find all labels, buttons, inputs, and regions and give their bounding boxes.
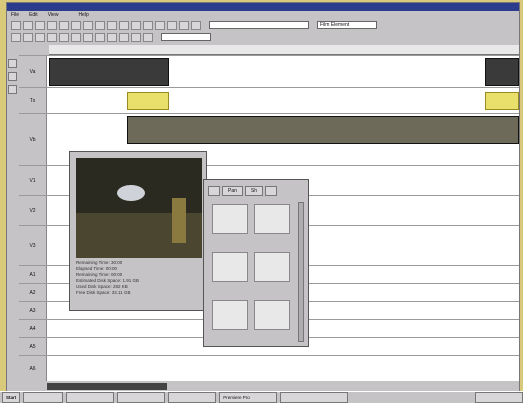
track-label: A5 [19, 338, 47, 355]
toolbar-button[interactable] [47, 20, 57, 30]
toolbar-button[interactable] [119, 32, 129, 42]
track-a6[interactable]: A6 [19, 355, 519, 381]
transition-item[interactable] [254, 252, 290, 282]
track-label: Va [19, 56, 47, 87]
render-info: Remaining Time: 30:00 Elapsed Time: 00:0… [76, 260, 166, 296]
toolbar-button[interactable] [131, 32, 141, 42]
track-label: V2 [19, 196, 47, 225]
toolbar-button[interactable] [11, 20, 21, 30]
toolbar-button[interactable] [47, 32, 57, 42]
toolbar-button[interactable] [107, 32, 117, 42]
hand-tool-icon[interactable] [8, 85, 17, 94]
transition-item[interactable] [212, 204, 248, 234]
toolbar-button[interactable] [95, 32, 105, 42]
tool-palette [7, 55, 19, 145]
toolbar-button[interactable] [95, 20, 105, 30]
toolbar-button[interactable] [59, 20, 69, 30]
transition-item[interactable] [212, 252, 248, 282]
taskbar: Start Premiere Pro [0, 391, 523, 403]
toolbar-button[interactable] [71, 32, 81, 42]
track-va[interactable]: Va [19, 55, 519, 87]
toolbar-button[interactable] [35, 20, 45, 30]
track-label: A6 [19, 356, 47, 381]
main-toolbar: Film Element [7, 19, 519, 31]
start-button[interactable]: Start [2, 392, 21, 403]
status-bar [47, 383, 167, 390]
toolbar-button[interactable] [23, 20, 33, 30]
film-element-combo[interactable]: Film Element [317, 21, 377, 29]
transitions-palette: Pan Sh [203, 179, 309, 347]
toolbar-button[interactable] [155, 20, 165, 30]
track-label: A3 [19, 302, 47, 319]
video-clip[interactable] [127, 116, 519, 144]
render-progress-monitor: Remaining Time: 30:00 Elapsed Time: 00:0… [69, 151, 207, 311]
toolbar-button[interactable] [107, 20, 117, 30]
taskbar-item[interactable]: Premiere Pro [219, 392, 278, 403]
zoom-combo[interactable] [161, 33, 211, 41]
track-label: V3 [19, 226, 47, 265]
transition-item[interactable] [254, 204, 290, 234]
secondary-toolbar [7, 31, 519, 43]
track-label: V1 [19, 166, 47, 195]
toolbar-button[interactable] [131, 20, 141, 30]
track-label: A4 [19, 320, 47, 337]
palette-tab[interactable]: Pan [222, 186, 243, 196]
toolbar-button[interactable] [191, 20, 201, 30]
transition-item[interactable] [254, 300, 290, 330]
transition-item[interactable] [212, 300, 248, 330]
toolbar-button[interactable] [11, 32, 21, 42]
palette-tabs: Pan Sh [208, 186, 278, 196]
transition-clip[interactable] [485, 92, 519, 110]
video-clip[interactable] [485, 58, 519, 86]
taskbar-item[interactable] [23, 392, 64, 403]
track-label: Tx [19, 88, 47, 113]
system-tray [475, 392, 523, 403]
track-label: Vb [19, 114, 47, 165]
track-label: A1 [19, 266, 47, 283]
palette-tab[interactable] [265, 186, 278, 196]
menu-bar: File Edit View Help [7, 11, 519, 19]
palette-tab[interactable]: Sh [244, 186, 264, 196]
taskbar-item[interactable] [66, 392, 115, 403]
toolbar-button[interactable] [59, 32, 69, 42]
toolbar-button[interactable] [71, 20, 81, 30]
selection-tool-icon[interactable] [8, 59, 17, 68]
palette-tab[interactable] [208, 186, 220, 196]
menu-file[interactable]: File [11, 12, 19, 18]
toolbar-button[interactable] [83, 32, 93, 42]
menu-help[interactable]: Help [78, 12, 88, 18]
taskbar-item[interactable] [280, 392, 349, 403]
info-line: Free Disk Space: 33.11 GB [76, 290, 131, 295]
toolbar-button[interactable] [143, 32, 153, 42]
editor-window: File Edit View Help Film Element Va Tx V… [6, 2, 520, 392]
taskbar-item[interactable] [168, 392, 217, 403]
toolbar-button[interactable] [143, 20, 153, 30]
toolbar-button[interactable] [119, 20, 129, 30]
timecode-combo[interactable] [209, 21, 309, 29]
toolbar-button[interactable] [167, 20, 177, 30]
transition-clip[interactable] [127, 92, 169, 110]
title-bar [7, 3, 519, 11]
razor-tool-icon[interactable] [8, 72, 17, 81]
video-clip[interactable] [49, 58, 169, 86]
toolbar-button[interactable] [23, 32, 33, 42]
palette-scrollbar[interactable] [298, 202, 304, 342]
taskbar-item[interactable] [117, 392, 166, 403]
track-tx[interactable]: Tx [19, 87, 519, 113]
menu-view[interactable]: View [48, 12, 59, 18]
timeline-ruler[interactable] [49, 45, 519, 55]
toolbar-button[interactable] [179, 20, 189, 30]
preview-screen [76, 158, 202, 258]
toolbar-button[interactable] [35, 32, 45, 42]
preview-frame-icon [76, 158, 202, 258]
toolbar-button[interactable] [83, 20, 93, 30]
track-label: A2 [19, 284, 47, 301]
menu-edit[interactable]: Edit [29, 12, 38, 18]
